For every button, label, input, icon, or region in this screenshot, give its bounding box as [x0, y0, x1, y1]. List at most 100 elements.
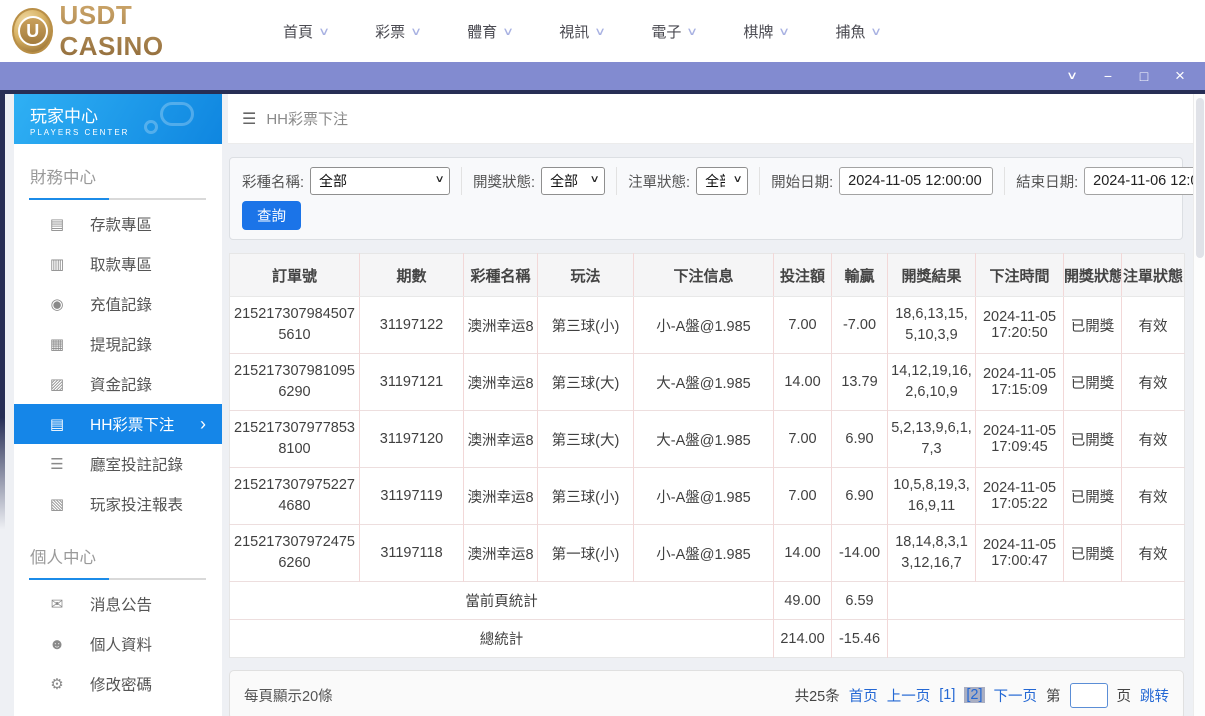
sidebar-item-withdraw[interactable]: ▥取款專區	[14, 244, 222, 284]
total-summary-row: 總統計214.00-15.46	[230, 620, 1185, 658]
summary-empty	[888, 582, 1185, 620]
sidebar-subtitle: PLAYERS CENTER	[30, 128, 222, 137]
sidebar-item-change-password[interactable]: ⚙修改密碼	[14, 664, 222, 704]
page-link[interactable]: [1]	[939, 687, 955, 703]
nav-item-video[interactable]: 視訊∨	[559, 21, 604, 42]
breadcrumb: ☰ HH彩票下注	[228, 94, 1193, 144]
lottery-name-select[interactable]: 全部	[310, 167, 450, 195]
table-row: 215217307972475626031197118澳洲幸运8第一球(小)小-…	[230, 525, 1185, 582]
column-header: 下注信息	[634, 254, 774, 297]
sidebar-item-profile[interactable]: ☻個人資料	[14, 624, 222, 664]
summary-winloss: -15.46	[832, 620, 888, 658]
start-date-input[interactable]	[839, 167, 993, 195]
sidebar-item-label: 取款專區	[90, 253, 152, 275]
nav-item-home[interactable]: 首頁∨	[283, 21, 328, 42]
nav-item-label: 彩票	[375, 21, 405, 42]
scrollbar	[1193, 94, 1205, 716]
summary-label: 總統計	[230, 620, 774, 658]
column-header: 訂單號	[230, 254, 360, 297]
recharge-record-icon: ◉	[48, 295, 66, 313]
chevron-down-icon: ∨	[410, 25, 422, 38]
order-status-select[interactable]: 全部	[696, 167, 748, 195]
start-date-label: 開始日期:	[771, 171, 833, 192]
chevron-down-icon: ∨	[502, 25, 514, 38]
nav-item-label: 體育	[467, 21, 497, 42]
summary-winloss: 6.59	[832, 582, 888, 620]
sidebar-item-label: HH彩票下注	[90, 413, 174, 435]
sidebar-item-withdrawal-record[interactable]: ▦提現記錄	[14, 324, 222, 364]
cell-bet_info: 小-A盤@1.985	[634, 297, 774, 354]
cell-draw_status: 已開獎	[1064, 468, 1122, 525]
next-page-link[interactable]: 下一页	[994, 685, 1038, 706]
sidebar-item-label: 資金記錄	[90, 373, 152, 395]
column-header: 輸贏	[832, 254, 888, 297]
sidebar-item-deposit[interactable]: ▤存款專區	[14, 204, 222, 244]
site-logo[interactable]: U USDT CASINO	[12, 0, 224, 62]
cell-play: 第三球(小)	[538, 297, 634, 354]
cell-result: 18,14,8,3,13,12,16,7	[888, 525, 976, 582]
sidebar-item-announcements[interactable]: ✉消息公告	[14, 584, 222, 624]
end-date-label: 結束日期:	[1016, 171, 1078, 192]
nav-item-label: 電子	[651, 21, 681, 42]
sidebar-item-label: 玩家投注報表	[90, 493, 183, 515]
cell-order_status: 有效	[1122, 354, 1185, 411]
summary-label: 當前頁統計	[230, 582, 774, 620]
first-page-link[interactable]: 首页	[849, 685, 878, 706]
sidebar-item-recharge-record[interactable]: ◉充值記錄	[14, 284, 222, 324]
table-footer: 每頁顯示20條 共25条 首页 上一页 [1][2] 下一页 第 页 跳转	[229, 670, 1184, 716]
coin-icon: U	[12, 8, 53, 54]
current-page-summary-row: 當前頁統計49.006.59	[230, 582, 1185, 620]
cell-play: 第一球(小)	[538, 525, 634, 582]
sidebar-item-room-bet-record[interactable]: ☰廳室投註記錄	[14, 444, 222, 484]
cell-result: 5,2,13,9,6,1,7,3	[888, 411, 976, 468]
cell-play: 第三球(大)	[538, 354, 634, 411]
total-count-text: 共25条	[795, 685, 840, 706]
cell-order_status: 有效	[1122, 468, 1185, 525]
lottery-name-label: 彩種名稱:	[242, 171, 304, 192]
cell-amount: 14.00	[774, 354, 832, 411]
table-row: 215217307984507561031197122澳洲幸运8第三球(小)小-…	[230, 297, 1185, 354]
gamepad-decoration-icon	[144, 120, 158, 134]
table-row: 215217307981095629031197121澳洲幸运8第三球(大)大-…	[230, 354, 1185, 411]
nav-item-label: 捕魚	[835, 21, 865, 42]
table-row: 215217307975227468031197119澳洲幸运8第三球(小)小-…	[230, 468, 1185, 525]
cell-amount: 7.00	[774, 468, 832, 525]
end-date-input[interactable]	[1084, 167, 1205, 195]
funds-record-icon: ▨	[48, 375, 66, 393]
prev-page-link[interactable]: 上一页	[887, 685, 931, 706]
profile-icon: ☻	[48, 636, 66, 653]
cell-order: 2152173079778538100	[230, 411, 360, 468]
column-header: 投注額	[774, 254, 832, 297]
sidebar-item-hh-lottery-bets[interactable]: ▤HH彩票下注›	[14, 404, 222, 444]
pagination: 共25条 首页 上一页 [1][2] 下一页 第 页 跳转	[795, 683, 1169, 708]
draw-status-select[interactable]: 全部	[541, 167, 605, 195]
jump-button[interactable]: 跳转	[1140, 685, 1169, 706]
current-page-link[interactable]: [2]	[964, 687, 984, 703]
page-jump-input[interactable]	[1070, 683, 1108, 708]
window-maximize-icon[interactable]: □	[1133, 66, 1155, 86]
sidebar-section-title: 財務中心	[14, 156, 222, 198]
cell-winloss: -14.00	[832, 525, 888, 582]
window-close-icon[interactable]: ×	[1169, 66, 1191, 86]
window-minimize-icon[interactable]: −	[1097, 66, 1119, 86]
cell-period: 31197122	[360, 297, 464, 354]
room-bet-record-icon: ☰	[48, 455, 66, 473]
nav-item-electronic[interactable]: 電子∨	[651, 21, 696, 42]
sidebar-section-rule	[29, 198, 206, 200]
hamburger-icon[interactable]: ☰	[242, 109, 256, 129]
nav-item-chess[interactable]: 棋牌∨	[743, 21, 788, 42]
sidebar-item-player-bet-report[interactable]: ▧玩家投注報表	[14, 484, 222, 524]
nav-item-sports[interactable]: 體育 ∨	[467, 21, 512, 42]
cell-winloss: 13.79	[832, 354, 888, 411]
sidebar-item-funds-record[interactable]: ▨ 資金記錄	[14, 364, 222, 404]
chevron-down-icon[interactable]: ∨	[1056, 66, 1089, 86]
summary-empty	[888, 620, 1185, 658]
nav-item-fishing[interactable]: 捕魚∨	[835, 21, 880, 42]
search-button[interactable]: 查詢	[242, 201, 301, 230]
nav-item-lottery[interactable]: 彩票 ∨	[375, 21, 420, 42]
cell-result: 18,6,13,15,5,10,3,9	[888, 297, 976, 354]
cell-lottery: 澳洲幸运8	[464, 525, 538, 582]
cell-draw_status: 已開獎	[1064, 354, 1122, 411]
scrollbar-thumb[interactable]	[1196, 98, 1204, 258]
lottery-bet-icon: ▤	[48, 415, 66, 433]
